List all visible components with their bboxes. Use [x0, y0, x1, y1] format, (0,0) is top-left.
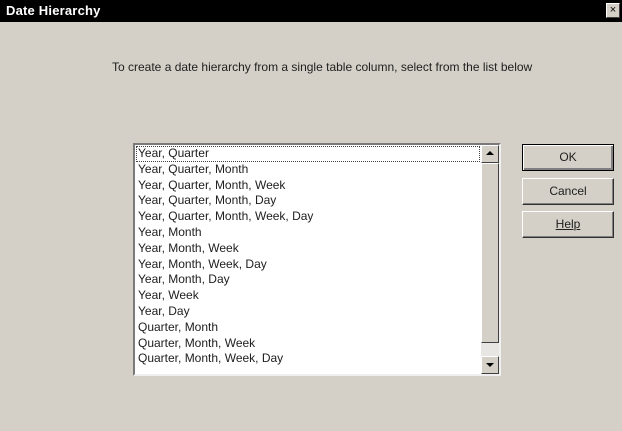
vertical-scrollbar[interactable]: [481, 145, 499, 374]
list-item[interactable]: Year, Quarter: [136, 146, 480, 162]
title-bar[interactable]: Date Hierarchy ×: [0, 0, 622, 22]
help-button[interactable]: Help: [522, 211, 614, 238]
list-item[interactable]: Year, Month, Week: [136, 241, 480, 257]
list-item[interactable]: Year, Quarter, Month, Week, Day: [136, 209, 480, 225]
arrow-down-icon: [486, 363, 494, 367]
instructions-text: To create a date hierarchy from a single…: [112, 60, 533, 74]
list-items: Year, Quarter Year, Quarter, Month Year, Q…: [136, 146, 480, 373]
list-item[interactable]: Quarter, Month, Week: [136, 336, 480, 352]
scroll-up-button[interactable]: [481, 145, 499, 163]
date-hierarchy-dialog: Date Hierarchy × To create a date hierar…: [0, 0, 622, 431]
cancel-button[interactable]: Cancel: [522, 178, 614, 205]
list-item[interactable]: Quarter, Month, Week, Day: [136, 351, 480, 367]
list-item[interactable]: Year, Month, Day: [136, 272, 480, 288]
list-item[interactable]: Year, Week: [136, 288, 480, 304]
close-button[interactable]: ×: [606, 3, 620, 18]
ok-button[interactable]: OK: [522, 144, 614, 171]
hierarchy-listbox[interactable]: Year, Quarter Year, Quarter, Month Year, Q…: [133, 143, 501, 376]
list-item[interactable]: Year, Month: [136, 225, 480, 241]
list-item[interactable]: Year, Quarter, Month, Day: [136, 193, 480, 209]
list-item[interactable]: Year, Quarter, Month: [136, 162, 480, 178]
list-item[interactable]: Year, Quarter, Month, Week: [136, 178, 480, 194]
arrow-up-icon: [486, 151, 494, 155]
help-button-label: Help: [555, 217, 581, 231]
close-icon: ×: [609, 4, 617, 16]
scroll-down-button[interactable]: [481, 356, 499, 374]
list-item[interactable]: Quarter, Month: [136, 320, 480, 336]
list-item[interactable]: Year, Month, Week, Day: [136, 257, 480, 273]
scroll-thumb[interactable]: [481, 163, 499, 343]
window-title: Date Hierarchy: [6, 3, 101, 18]
list-item[interactable]: Year, Day: [136, 304, 480, 320]
